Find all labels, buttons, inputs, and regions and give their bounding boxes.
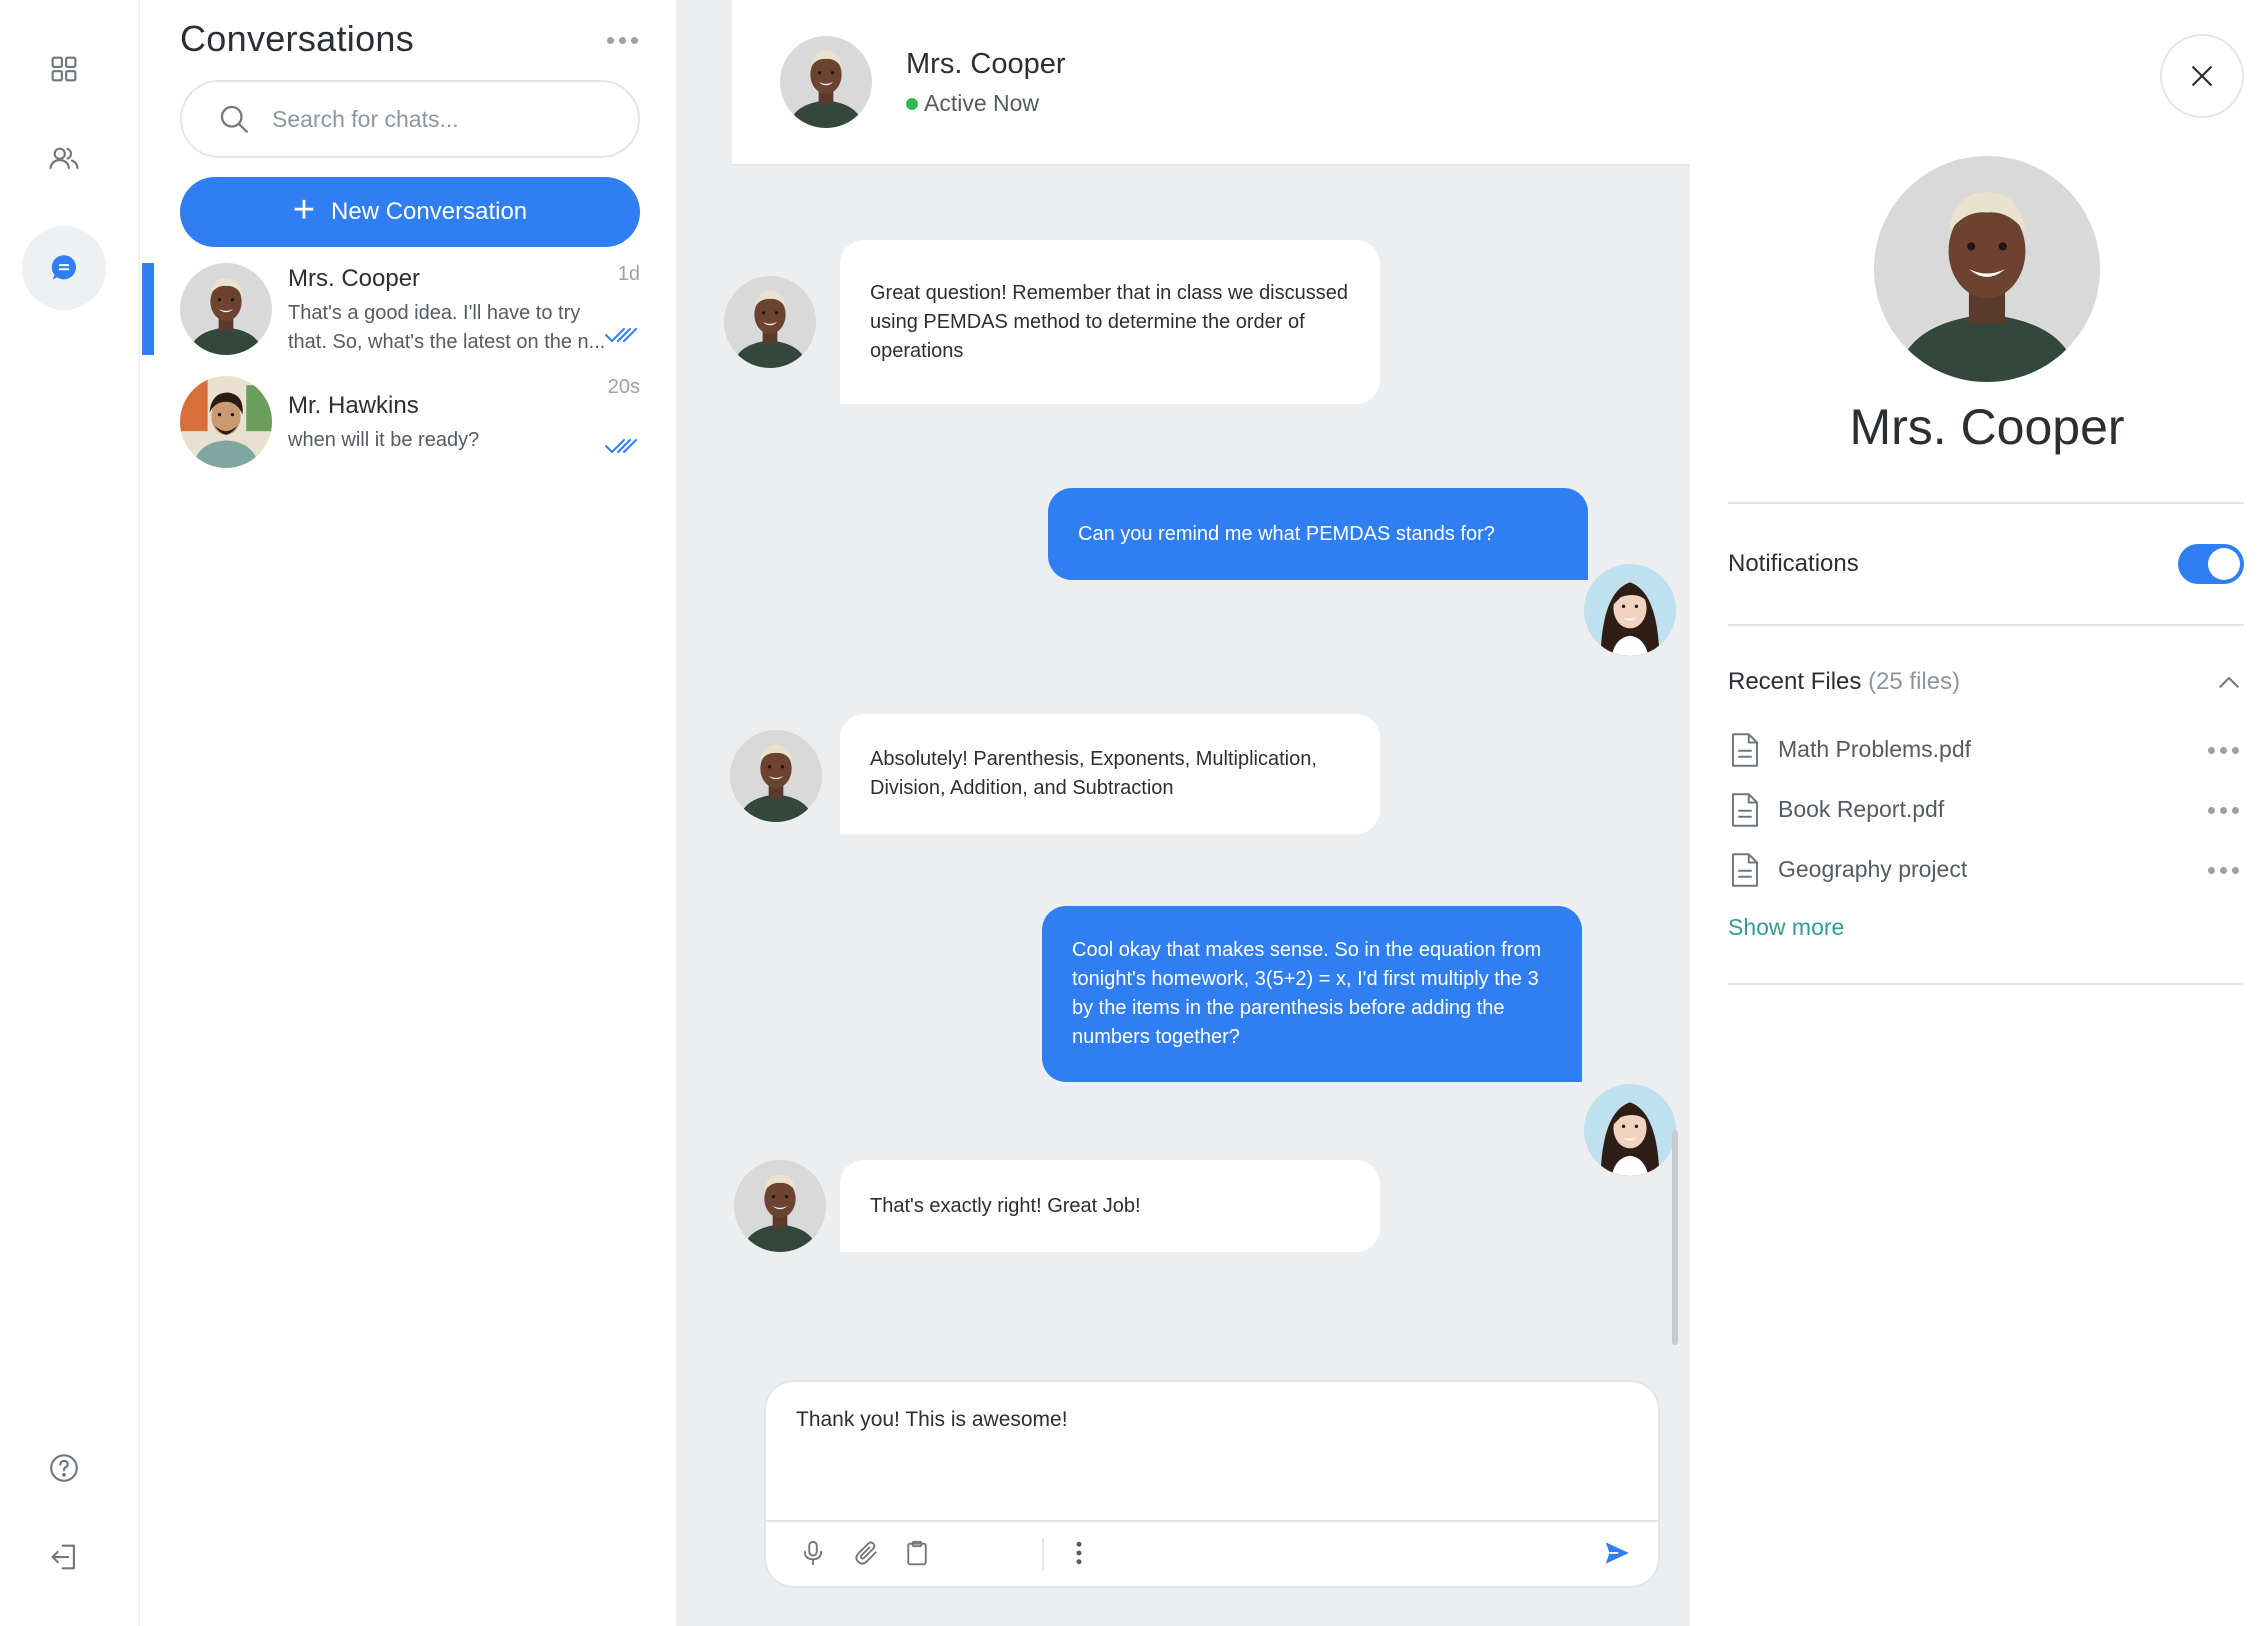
online-dot-icon [906, 97, 918, 110]
message-bubble-sent: Can you remind me what PEMDAS stands for… [1048, 488, 1588, 580]
help-icon [50, 1454, 78, 1482]
show-more-link[interactable]: Show more [1728, 914, 1844, 941]
avatar [730, 730, 822, 822]
file-more-button[interactable] [2208, 740, 2244, 760]
search-icon [220, 105, 248, 133]
read-check-icon [605, 328, 637, 343]
send-icon [1605, 1542, 1629, 1564]
dashboard-nav-button[interactable] [22, 27, 106, 111]
attach-button[interactable] [850, 1536, 884, 1570]
help-nav-button[interactable] [22, 1426, 106, 1510]
conversation-preview: when will it be ready? [288, 429, 480, 451]
nav-rail [0, 0, 140, 1626]
paperclip-icon [855, 1541, 877, 1565]
contact-details-panel: Mrs. Cooper Notifications Recent Files (… [1690, 0, 2266, 1626]
conversation-name: Mrs. Cooper [288, 265, 421, 292]
conversation-time: 1d [617, 263, 640, 285]
status-text: Active Now [924, 90, 1040, 116]
recent-files-title: Recent Files (25 files) [1728, 668, 1960, 696]
recent-files-label: Recent Files [1728, 668, 1862, 695]
avatar [724, 276, 816, 368]
file-more-button[interactable] [2208, 860, 2244, 880]
chat-contact-status: Active Now [906, 90, 1039, 117]
file-more-button[interactable] [2208, 800, 2244, 820]
messages-nav-button[interactable] [22, 226, 106, 310]
avatar [1874, 156, 2100, 382]
conversation-time: 20s [607, 376, 640, 398]
clipboard-icon [907, 1540, 927, 1566]
avatar [180, 263, 272, 355]
message-input[interactable]: Thank you! This is awesome! [796, 1408, 1626, 1508]
new-conversation-label: New Conversation [331, 198, 528, 225]
conversation-preview: That's a good idea. I'll have to try tha… [288, 302, 606, 353]
microphone-icon [803, 1540, 823, 1566]
document-icon [1732, 793, 1758, 827]
file-name: Geography project [1778, 856, 1968, 882]
new-conversation-button[interactable]: + New Conversation [180, 177, 640, 247]
read-check-icon [605, 439, 637, 454]
contacts-nav-button[interactable] [22, 116, 106, 200]
users-icon [49, 147, 79, 169]
logout-nav-button[interactable] [22, 1515, 106, 1599]
grid-icon [51, 56, 77, 82]
avatar [1584, 564, 1676, 656]
conversations-panel: Conversations + New Conversation Mrs. Co… [142, 0, 676, 1612]
avatar [734, 1160, 826, 1252]
file-name: Book Report.pdf [1778, 796, 1945, 822]
message-bubble-sent: Cool okay that makes sense. So in the eq… [1042, 906, 1582, 1082]
chat-header: Mrs. Cooper Active Now [732, 0, 1690, 166]
message-bubble-received: That's exactly right! Great Job! [840, 1160, 1380, 1252]
vertical-dots-icon [1076, 1541, 1082, 1565]
message-bubble-received: Great question! Remember that in class w… [840, 240, 1380, 404]
contact-name: Mrs. Cooper [1849, 399, 2125, 455]
more-dots-icon [2208, 806, 2215, 814]
file-item[interactable]: Geography project [1728, 848, 2244, 892]
chat-panel: Mrs. Cooper Active Now Great question! R… [676, 0, 1690, 1626]
logout-icon [51, 1544, 75, 1570]
chat-scrollbar[interactable] [1672, 1130, 1678, 1345]
close-details-button[interactable] [2160, 34, 2244, 118]
composer-divider [766, 1520, 1658, 1522]
chat-icon [51, 255, 76, 280]
more-dots-icon [2208, 746, 2215, 754]
divider [1728, 502, 2244, 504]
conversation-item-mrs-cooper[interactable]: Mrs. Cooper 1d That's a good idea. I'll … [142, 263, 676, 363]
chat-contact-name: Mrs. Cooper [906, 48, 1066, 80]
toggle-knob [2208, 548, 2240, 580]
more-dots-icon [606, 36, 614, 44]
more-options-button[interactable] [1062, 1536, 1096, 1570]
divider [1728, 983, 2244, 985]
file-item[interactable]: Book Report.pdf [1728, 788, 2244, 832]
avatar[interactable] [780, 36, 872, 128]
file-item[interactable]: Math Problems.pdf [1728, 728, 2244, 772]
notifications-toggle[interactable] [2178, 544, 2244, 584]
clipboard-button[interactable] [900, 1536, 934, 1570]
send-button[interactable] [1600, 1536, 1634, 1570]
conversations-more-button[interactable] [600, 22, 644, 58]
plus-icon: + [292, 189, 316, 231]
divider [1728, 624, 2244, 626]
avatar [180, 376, 272, 468]
chevron-up-icon[interactable] [2214, 668, 2244, 698]
document-icon [1732, 853, 1758, 887]
conversations-title: Conversations [180, 18, 415, 59]
message-bubble-received: Absolutely! Parenthesis, Exponents, Mult… [840, 714, 1380, 834]
more-dots-icon [2208, 866, 2215, 874]
recent-files-count: (25 files) [1868, 668, 1961, 695]
voice-button[interactable] [796, 1536, 830, 1570]
close-icon [2192, 66, 2212, 86]
conversation-name: Mr. Hawkins [288, 392, 419, 419]
search-box[interactable] [180, 80, 640, 158]
notifications-label: Notifications [1728, 550, 1859, 577]
conversation-item-mr-hawkins[interactable]: Mr. Hawkins 20s when will it be ready? [142, 376, 676, 476]
toolbar-divider [1042, 1538, 1044, 1570]
file-name: Math Problems.pdf [1778, 736, 1972, 762]
avatar [1584, 1084, 1676, 1176]
message-composer: Thank you! This is awesome! [764, 1380, 1660, 1588]
document-icon [1732, 733, 1758, 767]
search-input[interactable] [272, 105, 612, 133]
